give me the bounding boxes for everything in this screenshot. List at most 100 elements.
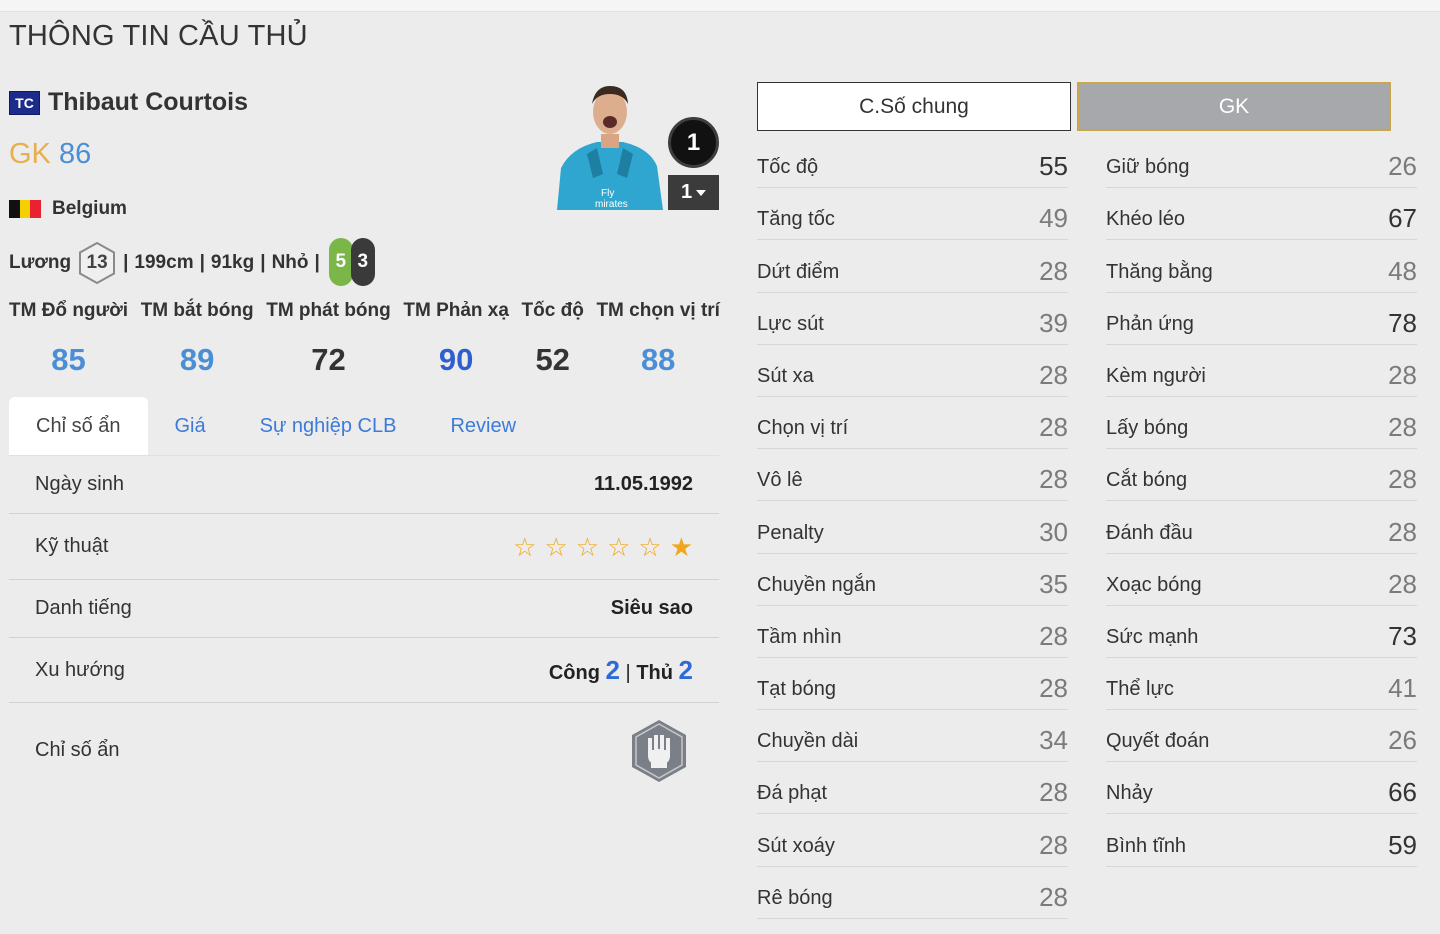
weight-value: 91kg (210, 252, 255, 273)
belgium-flag-icon (9, 200, 42, 218)
tab-price[interactable]: Giá (148, 397, 233, 455)
player-photo: Fly mirates (557, 82, 663, 210)
separator: | (260, 252, 266, 273)
tab-review[interactable]: Review (423, 397, 543, 455)
right-foot-icon: 3 (350, 238, 375, 286)
stat-label: Rê bóng (757, 886, 833, 909)
stat-label: Cắt bóng (1106, 469, 1188, 492)
page-title: THÔNG TIN CẦU THỦ (9, 20, 308, 52)
stat-row: Tầm nhìn 28 (757, 606, 1068, 658)
stat-row: Sút xoáy 28 (757, 814, 1068, 867)
top-bar (0, 0, 1440, 12)
salary-label: Lương (9, 252, 72, 273)
stat-row: Kèm người 28 (1106, 345, 1417, 397)
player-position: GK (9, 138, 51, 170)
stat-row: Xoạc bóng 28 (1106, 554, 1417, 606)
season-badge: TC (9, 90, 40, 115)
stat-label: Quyết đoán (1106, 730, 1210, 753)
stat-label: Nhảy (1106, 782, 1153, 805)
svg-text:mirates: mirates (595, 199, 628, 210)
summary-stat: TM phát bóng 72 (266, 300, 391, 377)
stat-label: Chọn vị trí (757, 417, 849, 440)
stat-value: 66 (1388, 777, 1417, 808)
stat-value: 49 (1039, 203, 1068, 234)
summary-stats: TM Đổ người 85 TM bắt bóng 89 TM phát bóng… (9, 300, 720, 378)
summary-stat: TM chọn vị trí 88 (596, 300, 720, 377)
stat-row: Rê bóng 28 (757, 867, 1068, 919)
defense-label: Thủ (636, 661, 673, 684)
stat-row: Đánh đầu 28 (1106, 501, 1417, 554)
star-empty-icon: ☆ (513, 531, 537, 562)
position-rating: GK 86 (9, 138, 91, 171)
star-empty-icon: ☆ (575, 531, 600, 562)
goalkeeper-glove-icon (632, 719, 686, 782)
stat-value: 78 (1388, 307, 1417, 338)
birth-value: 11.05.1992 (594, 473, 693, 495)
stat-value: 28 (1388, 516, 1417, 547)
stat-value: 59 (1388, 829, 1417, 860)
stat-label: Thể lực (1106, 678, 1174, 701)
player-name-row: TC Thibaut Courtois (9, 88, 248, 117)
chevron-down-icon (696, 189, 707, 196)
stat-row: Tăng tốc 49 (757, 188, 1068, 241)
stat-label: Chuyền dài (757, 730, 859, 753)
stat-label: Đánh đầu (1106, 521, 1193, 544)
height-value: 199cm (134, 252, 194, 273)
birth-row: Ngày sinh 11.05.1992 (9, 455, 719, 513)
stat-row: Chuyền ngắn 35 (757, 554, 1068, 606)
stat-value: 28 (1039, 777, 1068, 808)
stat-row: Thăng bằng 48 (1106, 240, 1417, 293)
stat-label: Lấy bóng (1106, 417, 1189, 440)
star-empty-icon: ☆ (544, 531, 568, 562)
stat-row: Thể lực 41 (1106, 658, 1417, 711)
attack-label: Công (548, 661, 600, 684)
stat-value: 28 (1039, 829, 1068, 860)
stat-row: Đá phạt 28 (757, 762, 1068, 815)
birth-label: Ngày sinh (35, 473, 124, 495)
upgrade-level-select[interactable]: 1 (668, 175, 719, 210)
stat-label: Tăng tốc (757, 208, 835, 231)
stat-label: Sút xa (757, 364, 814, 387)
stat-label: Khéo léo (1106, 208, 1185, 231)
summary-stat: Tốc độ 52 (521, 300, 584, 377)
stat-label: Tạt bóng (757, 678, 836, 701)
stat-value: 26 (1388, 151, 1417, 182)
trend-label: Xu hướng (35, 658, 125, 681)
stat-row: Tốc độ 55 (757, 136, 1068, 189)
summary-stat: TM Phản xạ 90 (403, 300, 509, 377)
stat-label: Giữ bóng (1106, 156, 1190, 179)
tab-hidden-stats[interactable]: Chỉ số ẩn (9, 397, 148, 455)
tab-general-stats[interactable]: C.Số chung (757, 82, 1071, 131)
body-type: Nhỏ (271, 252, 309, 273)
stat-value: 30 (1039, 516, 1068, 547)
stat-value: 34 (1039, 725, 1068, 756)
svg-text:Fly: Fly (601, 188, 614, 199)
stat-label: Chuyền ngắn (757, 573, 876, 596)
hidden-stats-label: Chỉ số ẩn (35, 739, 120, 761)
fame-label: Danh tiếng (35, 597, 132, 619)
stats-list-right: Giữ bóng 26 Khéo léo 67 Thăng bằng 48 Phản ứng… (1106, 136, 1417, 867)
fame-row: Danh tiếng Siêu sao (9, 579, 719, 637)
stat-value: 41 (1388, 673, 1417, 704)
player-name: Thibaut Courtois (48, 88, 248, 116)
trend-row: Xu hướng Công 2 | Thủ 2 (9, 637, 719, 702)
skill-label: Kỹ thuật (35, 535, 109, 557)
stat-label: Vô lê (757, 469, 803, 492)
stat-value: 67 (1388, 203, 1417, 234)
salary-value: 13 (86, 252, 108, 273)
player-info-row: Lương 13 | 199cm | 91kg | Nhỏ | 5 3 (9, 238, 376, 288)
tab-club-career[interactable]: Sự nghiệp CLB (233, 397, 424, 455)
stat-label: Dứt điểm (757, 260, 840, 283)
stat-row: Phản ứng 78 (1106, 293, 1417, 345)
info-tabs: Chỉ số ẩn Giá Sự nghiệp CLB Review (9, 397, 719, 455)
hidden-stats-row: Chỉ số ẩn (9, 702, 719, 798)
stat-value: 28 (1039, 673, 1068, 704)
stat-label: Thăng bằng (1106, 260, 1213, 283)
stat-row: Dứt điểm 28 (757, 240, 1068, 293)
stat-row: Penalty 30 (757, 501, 1068, 554)
tab-gk-stats[interactable]: GK (1077, 82, 1391, 131)
stat-value: 28 (1388, 412, 1417, 443)
stat-value: 28 (1388, 359, 1417, 390)
fame-value: Siêu sao (610, 597, 693, 619)
stat-row: Nhảy 66 (1106, 762, 1417, 815)
